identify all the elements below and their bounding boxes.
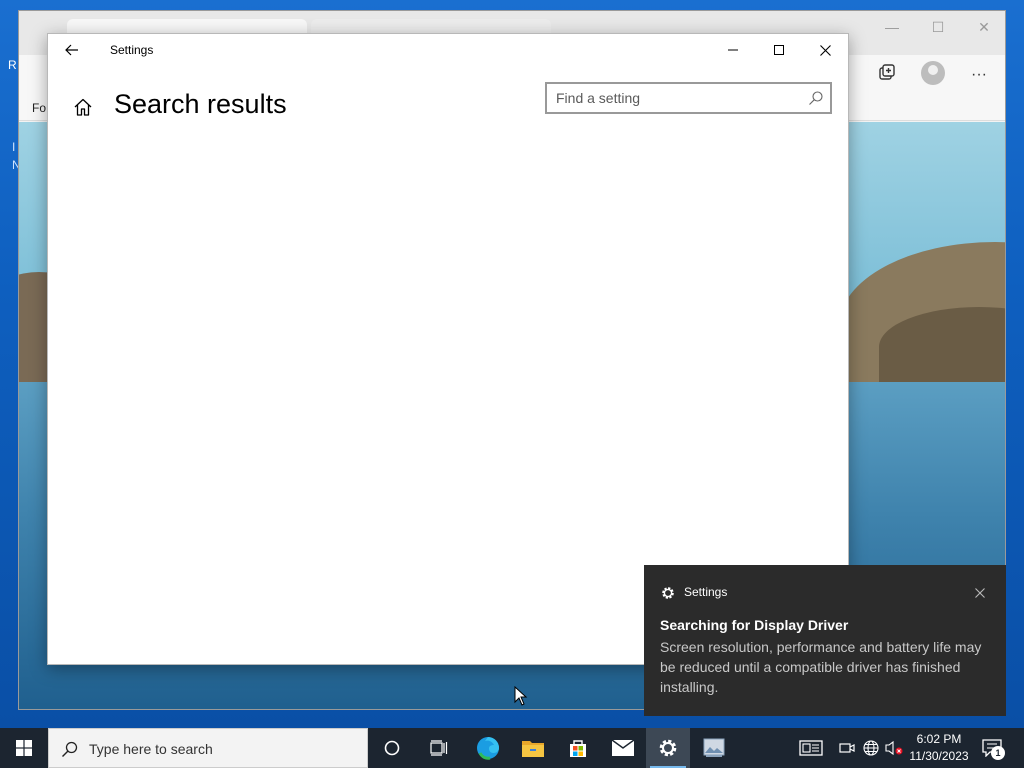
store-taskbar-button[interactable] bbox=[556, 728, 600, 768]
back-button[interactable] bbox=[58, 38, 86, 62]
edge-icon bbox=[477, 737, 499, 760]
network-button[interactable] bbox=[861, 738, 881, 758]
home-icon bbox=[74, 98, 92, 116]
close-button[interactable] bbox=[802, 34, 848, 66]
image-viewer-icon bbox=[703, 738, 725, 757]
image-viewer-taskbar-button[interactable] bbox=[692, 728, 736, 768]
find-setting-search-box[interactable] bbox=[545, 82, 832, 114]
settings-icon bbox=[659, 739, 677, 757]
back-arrow-icon bbox=[65, 44, 78, 56]
start-button[interactable] bbox=[0, 728, 48, 768]
toast-title: Searching for Display Driver bbox=[660, 617, 849, 633]
close-icon[interactable]: ✕ bbox=[969, 15, 999, 39]
page-title: Search results bbox=[114, 89, 287, 119]
mouse-cursor-icon bbox=[514, 686, 528, 706]
toast-body: Screen resolution, performance and batte… bbox=[660, 639, 982, 695]
settings-gear-icon bbox=[662, 587, 674, 599]
search-icon bbox=[62, 741, 78, 757]
taskbar: Type here to search 6:02 PM 11/30/2023 1 bbox=[0, 728, 1024, 768]
profile-avatar[interactable] bbox=[921, 61, 945, 85]
collections-icon[interactable] bbox=[875, 63, 899, 87]
taskbar-search-placeholder: Type here to search bbox=[89, 741, 213, 757]
file-explorer-taskbar-button[interactable] bbox=[511, 728, 555, 768]
favorites-item[interactable]: Fo bbox=[32, 101, 46, 115]
task-view-icon bbox=[430, 740, 448, 756]
maximize-button[interactable] bbox=[756, 34, 802, 66]
globe-icon bbox=[863, 740, 879, 756]
maximize-icon[interactable]: ☐ bbox=[923, 15, 953, 39]
settings-taskbar-button[interactable] bbox=[646, 728, 690, 768]
more-options-icon[interactable]: ··· bbox=[967, 63, 991, 87]
clock-date: 11/30/2023 bbox=[909, 749, 969, 763]
notification-count-badge: 1 bbox=[991, 746, 1005, 760]
file-explorer-icon bbox=[522, 741, 544, 757]
minimize-icon bbox=[728, 49, 738, 51]
volume-button[interactable] bbox=[884, 738, 904, 758]
search-icon[interactable] bbox=[808, 90, 824, 106]
close-icon bbox=[819, 44, 831, 56]
search-input[interactable] bbox=[547, 84, 797, 112]
edge-taskbar-button[interactable] bbox=[466, 728, 510, 768]
minimize-icon[interactable]: — bbox=[877, 15, 907, 39]
home-button[interactable] bbox=[70, 94, 96, 120]
news-icon bbox=[799, 740, 823, 756]
task-view-button[interactable] bbox=[417, 728, 461, 768]
desktop-icon-label[interactable]: R bbox=[8, 58, 17, 72]
news-and-interests-button[interactable] bbox=[798, 738, 824, 758]
speaker-muted-icon bbox=[885, 740, 903, 756]
toast-close-button[interactable] bbox=[970, 583, 990, 603]
cortana-button[interactable] bbox=[370, 728, 414, 768]
windows-logo-icon bbox=[16, 740, 32, 756]
toast-app-name: Settings bbox=[684, 585, 728, 599]
maximize-icon bbox=[774, 45, 784, 55]
clock-time: 6:02 PM bbox=[916, 732, 962, 746]
cortana-icon bbox=[384, 740, 400, 756]
title-bar[interactable]: Settings bbox=[48, 34, 848, 66]
mail-icon bbox=[611, 739, 635, 756]
toast-notification[interactable]: Settings Searching for Display Driver Sc… bbox=[644, 565, 1006, 716]
meet-now-button[interactable] bbox=[837, 738, 857, 758]
taskbar-clock[interactable]: 6:02 PM 11/30/2023 bbox=[904, 731, 974, 765]
mail-taskbar-button[interactable] bbox=[601, 728, 645, 768]
store-icon bbox=[570, 740, 586, 757]
taskbar-search-box[interactable]: Type here to search bbox=[48, 728, 368, 768]
minimize-button[interactable] bbox=[710, 34, 756, 66]
desktop-icon-label[interactable]: I bbox=[12, 140, 15, 154]
close-icon bbox=[975, 588, 985, 598]
window-title: Settings bbox=[110, 43, 154, 57]
camera-icon bbox=[839, 743, 855, 753]
